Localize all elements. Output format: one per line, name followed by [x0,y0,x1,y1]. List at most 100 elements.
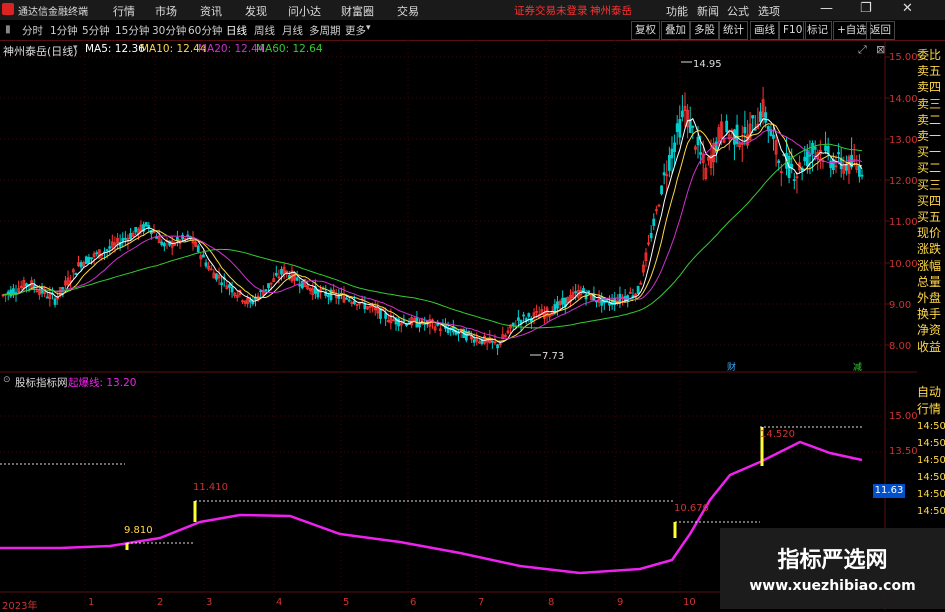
candle-body [792,179,796,182]
btn-fanhui[interactable]: 返回 [866,21,895,40]
level-label: 11.410 [193,482,228,493]
quote-field[interactable]: 卖五 [917,63,945,79]
quote-field[interactable]: 卖一 [917,128,945,144]
menu-hangqing[interactable]: 行情 [113,3,135,19]
minimize-icon[interactable]: — [820,1,833,16]
quote-field[interactable]: 卖四 [917,79,945,95]
candle-body [61,287,65,290]
candle-body [215,273,218,280]
period-monthly[interactable]: 月线 [282,23,303,38]
quote-field[interactable]: 收益 [917,339,945,355]
period-more[interactable]: 更多 [345,23,366,38]
menu-gongshi[interactable]: 公式 [727,3,749,19]
menu-xuanxiang[interactable]: 选项 [758,3,780,19]
menu-faxian[interactable]: 发现 [245,3,267,19]
quote-field[interactable]: 买五 [917,209,945,225]
quote-field[interactable]: 买四 [917,193,945,209]
sub-indicator-name[interactable]: 股标指标网 [15,375,68,390]
menu-caifuquan[interactable]: 财富圈 [341,3,374,19]
quote-field[interactable]: 现价 [917,225,945,241]
menu-xinwen[interactable]: 新闻 [697,3,719,19]
btn-huaxian[interactable]: 画线 [750,21,779,40]
btn-fuquan[interactable]: 复权 [631,21,660,40]
menu-zixun[interactable]: 资讯 [200,3,222,19]
more-dropdown-icon[interactable]: ▾ [366,23,371,33]
quote-field[interactable]: 涨幅 [917,258,945,274]
candle-body [12,288,15,295]
candle-body [824,145,827,151]
quote-field[interactable]: 总量 [917,274,945,290]
y-tick: 13.00 [889,135,918,146]
period-weekly[interactable]: 周线 [254,23,275,38]
btn-diejia[interactable]: 叠加 [661,21,690,40]
y-tick: 10.00 [889,259,918,270]
tick-time: 14:50 [917,421,945,432]
candle-body [134,226,138,233]
candle-body [587,290,591,293]
period-30min[interactable]: 30分钟 [152,23,186,38]
tick-field[interactable]: 自动 [917,384,945,401]
candle-body [857,165,861,177]
app-title: 通达信金融终端 [18,7,88,18]
period-60min[interactable]: 60分钟 [188,23,222,38]
candle-body [496,344,499,349]
y-tick: 8.00 [889,341,912,352]
sub-settings-icon[interactable]: ⊙ [3,375,11,385]
candle-body [108,246,112,249]
finance-marker[interactable]: 财 [727,360,736,373]
watermark-box: 指标严选网 www.xuezhibiao.com [720,528,945,609]
candle-body [753,128,757,131]
quote-field[interactable]: 净资 [917,322,945,338]
quote-field[interactable]: 卖三 [917,96,945,112]
candle-body [605,299,609,302]
tick-time: 14:50 [917,506,945,517]
toolbar-arrow-icon[interactable]: ▮ [5,23,11,35]
period-multi[interactable]: 多周期 [309,23,341,38]
candle-body [490,340,494,343]
btn-tongji[interactable]: 统计 [719,21,748,40]
quote-field[interactable]: 买二 [917,160,945,176]
quote-field[interactable]: 买一 [917,144,945,160]
candle-body [280,269,283,275]
candle-body [162,243,166,247]
candle-body [561,297,565,305]
menu-wenxiaoda[interactable]: 问小达 [288,3,321,19]
period-5min[interactable]: 5分钟 [82,23,110,38]
candle-body [418,323,421,328]
x-tick: 3 [206,597,213,608]
x-tick: 8 [548,597,555,608]
quote-field[interactable]: 卖二 [917,112,945,128]
quote-field[interactable]: 买三 [917,177,945,193]
restore-icon[interactable]: ❐ [860,1,872,16]
menu-shichang[interactable]: 市场 [155,3,177,19]
menu-gongneng[interactable]: 功能 [666,3,688,19]
btn-duogu[interactable]: 多股 [690,21,719,40]
high-price-label: 14.95 [693,59,722,70]
period-1min[interactable]: 1分钟 [50,23,78,38]
candle-body [751,115,755,119]
reduce-marker[interactable]: 减 [853,360,862,373]
quote-field[interactable]: 涨跌 [917,241,945,257]
period-15min[interactable]: 15分钟 [115,23,149,38]
period-fenshi[interactable]: 分时 [22,23,43,38]
menu-jiaoyi[interactable]: 交易 [397,3,419,19]
quote-field[interactable]: 换手 [917,306,945,322]
candle-body [649,233,653,239]
candle-body [759,111,762,123]
sub-y-tick: 13.50 [889,446,918,457]
candle-body [743,127,747,134]
candle-body [363,303,367,310]
period-daily[interactable]: 日线 [226,23,247,38]
candle-body [803,156,807,162]
quote-field[interactable]: 外盘 [917,290,945,306]
candle-body [6,291,10,295]
tick-field[interactable]: 行情 [917,401,945,418]
quote-panel: 委比 卖五 卖四 卖三 卖二 卖一 买一 买二 买三 买四 买五 现价 涨跌 涨… [917,47,945,355]
quote-field[interactable]: 委比 [917,47,945,63]
sub-line-label: 起爆线: 13.20 [68,377,137,389]
btn-biaoji[interactable]: 标记 [803,21,832,40]
x-tick: 10 [683,597,696,608]
login-notice[interactable]: 证券交易未登录 [514,3,588,18]
candle-body [129,233,132,240]
close-icon[interactable]: ✕ [902,1,913,16]
